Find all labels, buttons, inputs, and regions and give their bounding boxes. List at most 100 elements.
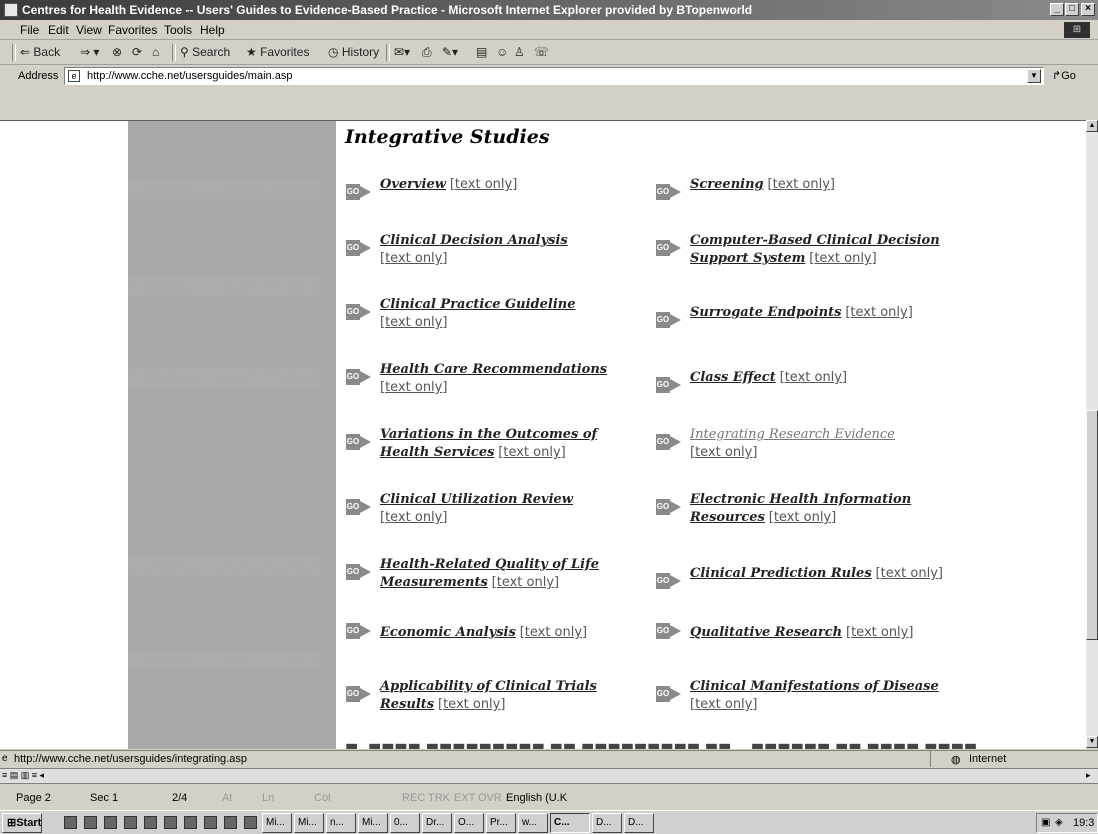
menu-view[interactable]: View — [76, 23, 102, 37]
mail-icon[interactable]: ✉▾ — [394, 45, 410, 59]
menu-favorites[interactable]: Favorites — [108, 23, 157, 37]
search-button[interactable]: ⚲ Search — [180, 45, 230, 59]
quicklaunch-icon[interactable] — [64, 816, 77, 829]
text-only-link[interactable]: [text only] — [780, 370, 847, 385]
research-icon[interactable]: ♙ — [514, 45, 525, 59]
quicklaunch-icon[interactable] — [144, 816, 157, 829]
go-icon[interactable]: GO — [656, 312, 686, 328]
text-only-link[interactable]: [text only] — [380, 380, 447, 395]
discuss-icon[interactable]: ▤ — [476, 45, 487, 59]
taskbar-task[interactable]: Mi... — [262, 813, 292, 833]
topic-link[interactable]: Clinical Prediction Rules — [690, 566, 872, 581]
go-icon[interactable]: GO — [346, 304, 376, 320]
menu-file[interactable]: File — [20, 23, 39, 37]
quicklaunch-icon[interactable] — [204, 816, 217, 829]
topic-link[interactable]: Clinical Utilization Review — [380, 492, 573, 507]
edit-icon[interactable]: ✎▾ — [442, 45, 458, 59]
taskbar-task[interactable]: O... — [454, 813, 484, 833]
topic-link[interactable]: Integrating Research Evidence — [690, 427, 895, 442]
quicklaunch-icon[interactable] — [244, 816, 257, 829]
go-icon[interactable]: GO — [656, 623, 686, 639]
go-icon[interactable]: GO — [656, 499, 686, 515]
quicklaunch-icon[interactable] — [164, 816, 177, 829]
tray-icon[interactable]: ◈ — [1055, 817, 1063, 828]
go-icon[interactable]: GO — [346, 499, 376, 515]
go-icon[interactable]: GO — [656, 573, 686, 589]
taskbar-task[interactable]: Pr... — [486, 813, 516, 833]
document-scrollbar[interactable]: ≡ ▤ ▥ ≡ ◂ ▸ — [0, 768, 1098, 784]
go-icon[interactable]: GO — [656, 240, 686, 256]
go-icon[interactable]: GO — [656, 184, 686, 200]
text-only-link[interactable]: [text only] — [768, 177, 835, 192]
go-icon[interactable]: GO — [656, 434, 686, 450]
taskbar-task[interactable]: D... — [592, 813, 622, 833]
home-icon[interactable]: ⌂ — [152, 45, 159, 59]
topic-link[interactable]: Qualitative Research — [690, 625, 842, 640]
topic-link[interactable]: Clinical Practice Guideline — [380, 297, 576, 312]
text-only-link[interactable]: [text only] — [380, 510, 447, 525]
taskbar-task-active[interactable]: C... — [550, 813, 590, 833]
taskbar-task[interactable]: Dr... — [422, 813, 452, 833]
history-button[interactable]: ◷ History — [328, 45, 379, 59]
favorites-button[interactable]: ★ Favorites — [246, 45, 309, 59]
text-only-link[interactable]: [text only] — [769, 510, 836, 525]
topic-link[interactable]: Surrogate Endpoints — [690, 305, 841, 320]
go-icon[interactable]: GO — [346, 369, 376, 385]
topic-link[interactable]: Screening — [690, 177, 764, 192]
topic-link[interactable]: Clinical Decision Analysis — [380, 233, 568, 248]
text-only-link[interactable]: [text only] — [492, 575, 559, 590]
topic-link[interactable]: Clinical Manifestations of Disease — [690, 679, 939, 694]
quicklaunch-icon[interactable] — [124, 816, 137, 829]
menu-help[interactable]: Help — [200, 23, 225, 37]
text-only-link[interactable]: [text only] — [380, 315, 447, 330]
go-button[interactable]: ↱Go — [1052, 69, 1076, 82]
text-only-link[interactable]: [text only] — [498, 445, 565, 460]
print-icon[interactable]: ⎙ — [422, 45, 432, 60]
go-icon[interactable]: GO — [346, 434, 376, 450]
go-icon[interactable]: GO — [656, 377, 686, 393]
quicklaunch-icon[interactable] — [224, 816, 237, 829]
text-only-link[interactable]: [text only] — [690, 697, 757, 712]
tray-icon[interactable]: ▣ — [1041, 817, 1050, 828]
start-button[interactable]: ⊞Start — [2, 813, 42, 833]
topic-link[interactable]: Class Effect — [690, 370, 776, 385]
text-only-link[interactable]: [text only] — [450, 177, 517, 192]
go-icon[interactable]: GO — [346, 623, 376, 639]
messenger-icon[interactable]: ☺ — [496, 45, 508, 59]
text-only-link[interactable]: [text only] — [690, 445, 757, 460]
vertical-scrollbar[interactable]: ▲ ▼ — [1086, 120, 1098, 748]
quicklaunch-icon[interactable] — [84, 816, 97, 829]
chat-icon[interactable]: ☏ — [534, 45, 549, 59]
scroll-thumb[interactable] — [1086, 410, 1098, 640]
topic-link[interactable]: Economic Analysis — [380, 625, 516, 640]
text-only-link[interactable]: [text only] — [438, 697, 505, 712]
text-only-link[interactable]: [text only] — [809, 251, 876, 266]
taskbar-task[interactable]: w... — [518, 813, 548, 833]
address-input[interactable]: e http://www.cche.net/usersguides/main.a… — [64, 67, 1044, 85]
go-icon[interactable]: GO — [346, 564, 376, 580]
text-only-link[interactable]: [text only] — [380, 251, 447, 266]
taskbar-task[interactable]: Mi... — [358, 813, 388, 833]
text-only-link[interactable]: [text only] — [845, 305, 912, 320]
scroll-right-icon[interactable]: ▸ — [1086, 770, 1091, 781]
topic-link[interactable]: Overview — [380, 177, 446, 192]
taskbar-task[interactable]: Mi... — [294, 813, 324, 833]
text-only-link[interactable]: [text only] — [876, 566, 943, 581]
minimize-button[interactable]: _ — [1050, 3, 1064, 16]
taskbar-task[interactable]: n... — [326, 813, 356, 833]
taskbar-task[interactable]: D... — [624, 813, 654, 833]
refresh-icon[interactable]: ⟳ — [132, 45, 142, 59]
topic-link[interactable]: Health Care Recommendations — [380, 362, 607, 377]
view-buttons-icon[interactable]: ≡ ▤ ▥ ≡ ◂ — [2, 770, 44, 781]
go-icon[interactable]: GO — [656, 686, 686, 702]
back-button[interactable]: ⇐ Back — [20, 45, 60, 59]
go-icon[interactable]: GO — [346, 686, 376, 702]
quicklaunch-icon[interactable] — [184, 816, 197, 829]
topic-link[interactable]: Health-Related Quality of Life Measureme… — [380, 557, 599, 590]
forward-icon[interactable]: ⇒ ▾ — [80, 45, 99, 59]
close-button[interactable]: × — [1081, 3, 1095, 16]
text-only-link[interactable]: [text only] — [846, 625, 913, 640]
stop-icon[interactable]: ⊗ — [112, 45, 122, 59]
maximize-button[interactable]: □ — [1065, 3, 1079, 16]
quicklaunch-icon[interactable] — [104, 816, 117, 829]
